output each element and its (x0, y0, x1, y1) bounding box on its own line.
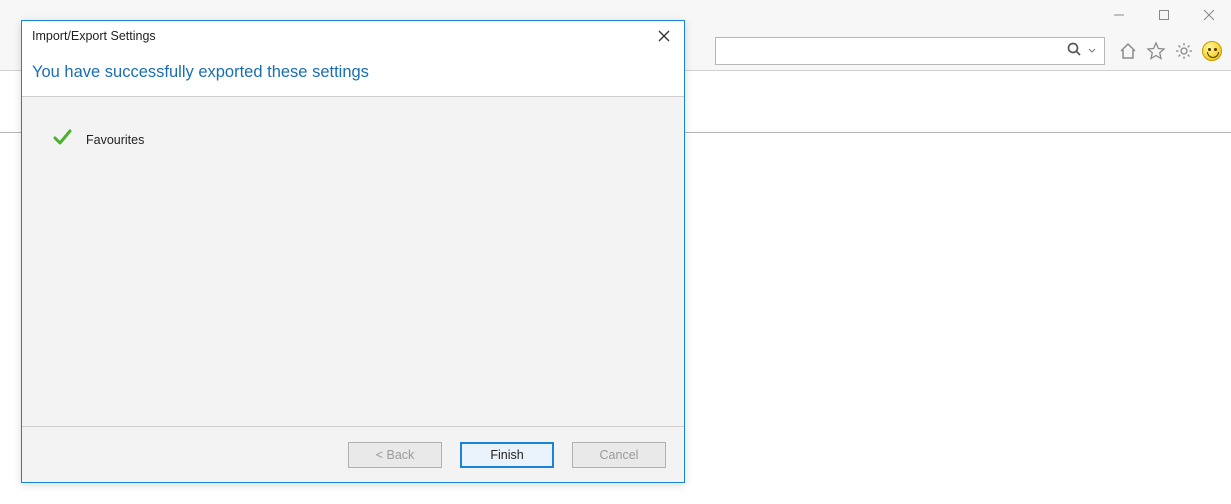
feedback-smiley-icon[interactable] (1199, 38, 1225, 64)
dialog-footer: < Back Finish Cancel (22, 426, 684, 482)
back-button: < Back (348, 442, 442, 468)
search-box[interactable] (715, 37, 1105, 65)
exported-item-row: Favourites (52, 127, 654, 152)
checkmark-icon (52, 127, 72, 152)
exported-item-label: Favourites (86, 133, 144, 147)
home-icon[interactable] (1115, 38, 1141, 64)
dialog-heading: You have successfully exported these set… (22, 51, 684, 97)
import-export-dialog: Import/Export Settings You have successf… (21, 20, 685, 483)
dialog-body: Favourites (22, 97, 684, 426)
dialog-title: Import/Export Settings (32, 29, 156, 43)
cancel-button: Cancel (572, 442, 666, 468)
search-icon (1066, 41, 1082, 62)
window-titlebar (1096, 0, 1231, 30)
gear-icon[interactable] (1171, 38, 1197, 64)
minimize-button[interactable] (1096, 0, 1141, 30)
dialog-close-button[interactable] (644, 21, 684, 51)
maximize-button[interactable] (1141, 0, 1186, 30)
dialog-titlebar: Import/Export Settings (22, 21, 684, 51)
close-icon (658, 30, 670, 42)
dialog-heading-text: You have successfully exported these set… (32, 63, 674, 82)
finish-button[interactable]: Finish (460, 442, 554, 468)
chevron-down-icon[interactable] (1088, 42, 1096, 60)
favorites-star-icon[interactable] (1143, 38, 1169, 64)
window-close-button[interactable] (1186, 0, 1231, 30)
